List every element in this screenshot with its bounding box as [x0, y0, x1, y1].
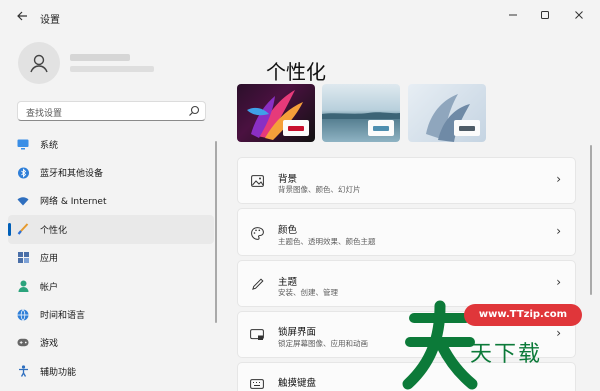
minimize-icon — [509, 14, 517, 16]
sidebar-item-label: 游戏 — [40, 339, 59, 350]
card-subtitle: 主题色、透明效果、颜色主题 — [278, 237, 376, 246]
sidebar-item-accounts[interactable]: 帐户 — [8, 272, 214, 300]
globe-clock-icon — [17, 308, 29, 321]
minimize-button[interactable] — [498, 4, 528, 26]
palette-icon — [250, 226, 264, 240]
settings-window: 设置 查找设置 系统 蓝牙和其他设备 网络 & Internet 个性化 应用 … — [0, 0, 600, 391]
sidebar-item-gaming[interactable]: 游戏 — [8, 329, 214, 357]
card-title: 锁屏界面 — [278, 327, 317, 338]
bluetooth-icon — [17, 167, 29, 179]
title-bar: 设置 — [0, 0, 600, 36]
keyboard-icon — [250, 377, 264, 391]
page-title: 个性化 — [266, 60, 326, 84]
maximize-button[interactable] — [530, 4, 560, 26]
sidebar-item-network[interactable]: 网络 & Internet — [8, 187, 214, 215]
lock-screen-icon — [250, 328, 264, 342]
card-subtitle: 锁定屏幕图像、应用和动画 — [278, 339, 368, 348]
sidebar-item-accessibility[interactable]: 辅助功能 — [8, 357, 214, 385]
sidebar-item-label: 蓝牙和其他设备 — [40, 169, 104, 180]
card-title: 颜色 — [278, 225, 298, 236]
card-subtitle: 安装、创建、管理 — [278, 288, 338, 297]
account-icon — [17, 280, 29, 293]
sidebar-item-system[interactable]: 系统 — [8, 130, 214, 158]
watermark-url: www.TTzip.com — [464, 304, 582, 326]
brush-icon — [17, 223, 29, 236]
pen-icon — [250, 277, 264, 291]
search-placeholder: 查找设置 — [26, 109, 63, 119]
user-icon — [30, 54, 48, 73]
card-colors[interactable]: 颜色 主题色、透明效果、颜色主题 › — [237, 208, 576, 256]
avatar[interactable] — [18, 42, 60, 84]
sidebar-item-bluetooth[interactable]: 蓝牙和其他设备 — [8, 158, 214, 186]
window-title: 设置 — [40, 15, 60, 26]
sidebar-item-apps[interactable]: 应用 — [8, 244, 214, 272]
chevron-right-icon: › — [556, 275, 561, 289]
card-subtitle: 背景图像、颜色、幻灯片 — [278, 185, 361, 194]
theme-preview-window — [283, 120, 309, 136]
theme-thumbnail-1[interactable] — [237, 84, 315, 142]
search-input[interactable]: 查找设置 — [17, 101, 206, 121]
selection-indicator — [8, 223, 11, 237]
back-arrow-icon — [17, 11, 27, 21]
chevron-right-icon: › — [556, 224, 561, 238]
card-title: 触摸键盘 — [278, 378, 317, 389]
close-icon — [575, 11, 583, 19]
theme-preview-window — [454, 120, 480, 136]
main-scrollbar[interactable] — [590, 145, 592, 295]
sidebar-nav: 系统 蓝牙和其他设备 网络 & Internet 个性化 应用 帐户 时间和语言… — [8, 130, 214, 386]
sidebar-item-label: 网络 & Internet — [40, 197, 107, 208]
sidebar-item-label: 系统 — [40, 140, 59, 151]
watermark-text: 天下载 — [470, 342, 543, 367]
wifi-icon — [17, 195, 29, 207]
sidebar-item-label: 辅助功能 — [40, 367, 77, 378]
sidebar-item-time-language[interactable]: 时间和语言 — [8, 300, 214, 328]
sidebar-item-personalization[interactable]: 个性化 — [8, 215, 214, 244]
sidebar-item-label: 个性化 — [40, 225, 68, 236]
back-button[interactable] — [10, 7, 34, 29]
theme-thumbnail-3[interactable] — [408, 84, 486, 142]
sidebar-item-label: 时间和语言 — [40, 311, 86, 322]
sidebar-scrollbar[interactable] — [215, 141, 217, 323]
chevron-right-icon: › — [556, 172, 561, 186]
accessibility-icon — [17, 365, 29, 378]
theme-thumbnail-2[interactable] — [322, 84, 400, 142]
close-button[interactable] — [564, 4, 594, 26]
account-name-blurred — [70, 54, 130, 61]
monitor-icon — [17, 138, 29, 150]
card-background[interactable]: 背景 背景图像、颜色、幻灯片 › — [237, 157, 576, 204]
account-email-blurred — [70, 66, 154, 72]
search-icon — [189, 105, 200, 116]
theme-preview-window — [368, 120, 394, 136]
picture-icon — [250, 174, 264, 188]
sidebar-item-label: 应用 — [40, 254, 59, 265]
apps-icon — [17, 252, 29, 264]
card-title: 主题 — [278, 277, 298, 288]
card-title: 背景 — [278, 174, 298, 185]
gamepad-icon — [17, 337, 29, 349]
maximize-icon — [541, 11, 549, 19]
sidebar-item-label: 帐户 — [40, 282, 59, 293]
